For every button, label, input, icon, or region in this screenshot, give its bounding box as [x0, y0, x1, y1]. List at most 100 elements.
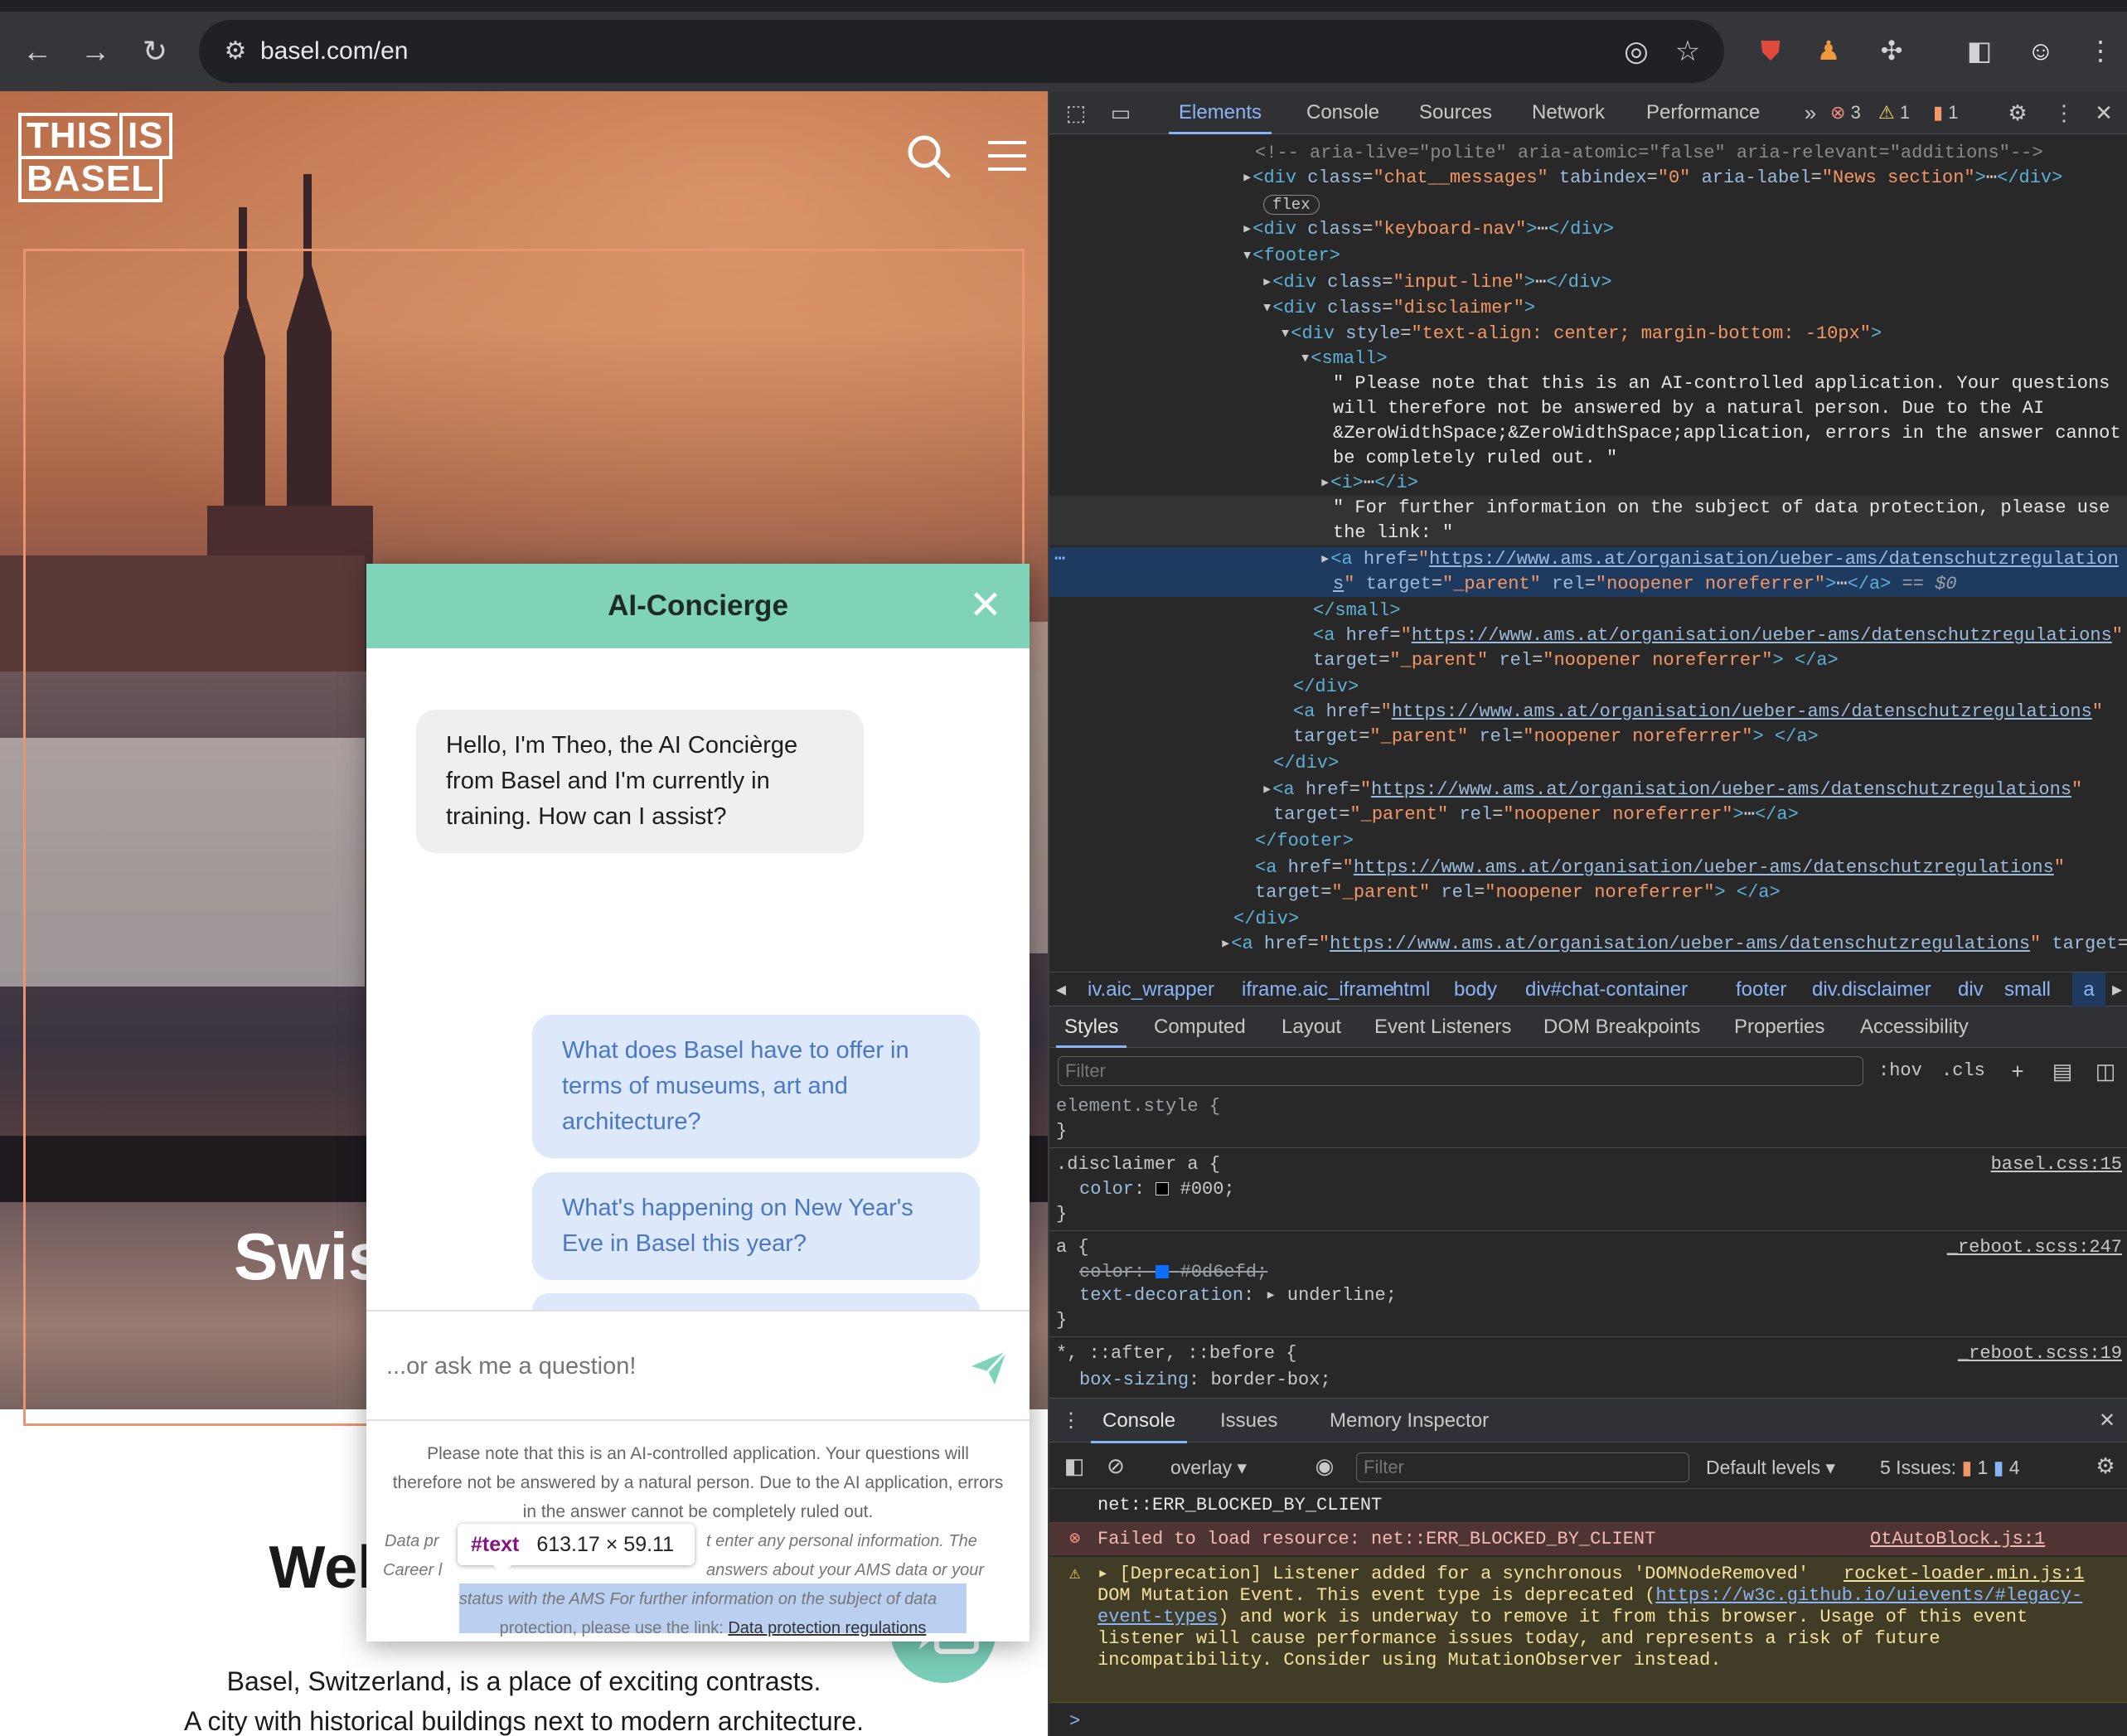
console-sidebar-icon[interactable]: ◧ [1059, 1451, 1089, 1481]
tab-layout[interactable]: Layout [1282, 1006, 1341, 1048]
css-declaration[interactable]: text-decoration: ▸ underline; [1056, 1283, 1397, 1308]
console-settings-gear-icon[interactable]: ⚙ [2091, 1451, 2120, 1481]
site-logo[interactable]: THIS IS BASEL [18, 113, 182, 209]
breadcrumb-item[interactable]: div [1958, 972, 1984, 1007]
close-drawer-icon[interactable]: ✕ [2099, 1399, 2115, 1443]
close-icon[interactable]: ✕ [963, 584, 1008, 628]
drawer-tab-memory-inspector[interactable]: Memory Inspector [1330, 1399, 1489, 1443]
color-swatch[interactable] [1156, 1265, 1170, 1279]
dom-node[interactable]: ▾<footer> [1049, 244, 2127, 269]
more-tabs-icon[interactable]: » [1795, 98, 1825, 128]
paint-brush-icon[interactable]: ▤ [2047, 1056, 2077, 1086]
dom-text-node[interactable]: " For further information on the subject… [1049, 496, 2127, 521]
warning-count[interactable]: ⚠ 1 [1878, 101, 1910, 124]
tab-properties[interactable]: Properties [1734, 1006, 1824, 1048]
new-style-rule-icon[interactable]: + [2003, 1056, 2033, 1086]
close-devtools-icon[interactable]: ✕ [2089, 98, 2119, 128]
breadcrumb-item[interactable]: iv.aic_wrapper [1088, 972, 1214, 1007]
dom-node[interactable]: ▸<div class="chat__messages" tabindex="0… [1049, 166, 2127, 191]
suggestion-button[interactable]: What does Basel have to offer in terms o… [532, 1015, 980, 1158]
tab-computed[interactable]: Computed [1154, 1006, 1246, 1048]
toggle-sidebar-icon[interactable]: ◫ [2091, 1056, 2120, 1086]
tab-console[interactable]: Console [1306, 91, 1379, 134]
device-toolbar-icon[interactable]: ▭ [1106, 98, 1136, 128]
hamburger-menu-icon[interactable] [988, 139, 1026, 172]
url-text[interactable]: basel.com/en [260, 32, 408, 71]
color-swatch[interactable] [1156, 1182, 1170, 1196]
bookmark-star-icon[interactable]: ☆ [1668, 32, 1708, 71]
tab-event-listeners[interactable]: Event Listeners [1374, 1006, 1511, 1048]
breadcrumb-item[interactable]: a [2072, 972, 2105, 1007]
search-icon[interactable] [905, 133, 952, 179]
tab-elements[interactable]: Elements [1169, 91, 1272, 134]
ublock-icon[interactable]: ⛊ [1749, 29, 1792, 72]
cls-toggle[interactable]: .cls [1941, 1056, 1985, 1086]
dom-node[interactable]: ▸<a href="https://www.ams.at/organisatio… [1049, 932, 2127, 957]
reload-icon[interactable]: ↻ [133, 29, 177, 74]
extension-fox-icon[interactable]: ♟ [1807, 29, 1850, 72]
css-source-link[interactable]: _reboot.scss:247 [1947, 1235, 2122, 1260]
flex-badge[interactable]: flex [1049, 192, 2127, 217]
css-source-link[interactable]: basel.css:15 [1991, 1152, 2122, 1177]
dom-node[interactable]: ▸<a href="https://www.ams.at/organisatio… [1049, 778, 2127, 803]
dom-node[interactable]: ▸<div class="input-line">⋯</div> [1049, 270, 2127, 295]
clear-console-icon[interactable]: ⊘ [1101, 1451, 1131, 1481]
dom-node[interactable]: ▸<i>⋯</i> [1049, 471, 2127, 496]
dom-node[interactable]: <a href="https://www.ams.at/organisation… [1049, 856, 2127, 880]
breadcrumb-item[interactable]: iframe.aic_iframe [1242, 972, 1394, 1007]
console-filter-input[interactable] [1356, 1452, 1689, 1482]
dom-node[interactable]: ▸<div class="keyboard-nav">⋯</div> [1049, 217, 2127, 242]
deprecation-link[interactable]: https://w3c.github.io/uievents/#legacy- [1655, 1585, 2082, 1606]
forward-icon[interactable]: → [73, 29, 118, 74]
breadcrumb-item[interactable]: footer [1736, 972, 1786, 1007]
data-protection-link[interactable]: Data protection regulations [728, 1619, 926, 1637]
context-selector[interactable]: overlay ▾ [1170, 1452, 1247, 1482]
node-actions-icon[interactable]: ⋯ [1054, 547, 1065, 572]
dom-text-node[interactable]: " Please note that this is an AI-control… [1049, 371, 2127, 396]
log-levels-dropdown[interactable]: Default levels ▾ [1706, 1452, 1835, 1482]
dom-node[interactable]: <a href="https://www.ams.at/organisation… [1049, 623, 2127, 648]
breadcrumb-item[interactable]: body [1454, 972, 1497, 1007]
css-selector[interactable]: a { [1056, 1235, 1089, 1260]
tab-sources[interactable]: Sources [1419, 91, 1492, 134]
css-source-link[interactable]: _reboot.scss:19 [1958, 1341, 2122, 1366]
breadcrumb-item[interactable]: div.disclaimer [1812, 972, 1931, 1007]
console-source-link[interactable]: rocket-loader.min.js:1 [1844, 1564, 2084, 1585]
inspect-element-icon[interactable]: ⬚ [1061, 98, 1091, 128]
selected-dom-node[interactable]: ▸<a href="https://www.ams.at/organisatio… [1049, 547, 2127, 572]
css-selector[interactable]: *, ::after, ::before { [1056, 1341, 1296, 1366]
dom-node[interactable]: <!-- aria-live="polite" aria-atomic="fal… [1049, 141, 2127, 166]
drawer-tab-console[interactable]: Console [1091, 1399, 1188, 1443]
css-declaration-overridden[interactable]: color: #0d6efd; [1056, 1260, 1267, 1285]
live-expression-eye-icon[interactable]: ◉ [1310, 1451, 1340, 1481]
css-declaration[interactable]: color: #000; [1056, 1177, 1235, 1202]
settings-gear-icon[interactable]: ⚙ [2003, 98, 2033, 128]
profile-avatar-icon[interactable]: ☺ [2019, 29, 2062, 72]
console-warning-message[interactable]: ⚠ ▸ [Deprecation] Listener added for a s… [1049, 1557, 2127, 1703]
tab-performance[interactable]: Performance [1646, 91, 1760, 134]
side-panel-icon[interactable]: ◧ [1958, 29, 2001, 72]
address-bar[interactable] [199, 20, 1724, 83]
issues-counter[interactable]: 5 Issues: ▮ 1 ▮ 4 [1880, 1452, 2020, 1482]
breadcrumb-scroll-left-icon[interactable]: ◂ [1056, 972, 1066, 1007]
chat-input[interactable] [386, 1341, 933, 1391]
console-message[interactable]: net::ERR_BLOCKED_BY_CLIENT [1049, 1489, 2127, 1522]
breadcrumb-item[interactable]: small [2004, 972, 2051, 1007]
breadcrumb-scroll-right-icon[interactable]: ▸ [2112, 972, 2122, 1007]
site-settings-icon[interactable]: ⚙ [216, 32, 255, 71]
tab-network[interactable]: Network [1532, 91, 1605, 134]
styles-filter-input[interactable] [1058, 1056, 1863, 1086]
suggestion-button[interactable]: What's happening on New Year's Eve in Ba… [532, 1172, 980, 1280]
tab-styles[interactable]: Styles [1056, 1006, 1127, 1048]
send-icon[interactable] [970, 1348, 1008, 1386]
dom-node[interactable]: ▾<div style="text-align: center; margin-… [1049, 322, 2127, 347]
drawer-tab-issues[interactable]: Issues [1220, 1399, 1277, 1443]
back-icon[interactable]: ← [15, 29, 60, 74]
css-selector[interactable]: .disclaimer a { [1056, 1152, 1220, 1177]
console-prompt[interactable]: > [1049, 1709, 2127, 1734]
error-count[interactable]: ⊗ 3 [1830, 101, 1861, 124]
tab-accessibility[interactable]: Accessibility [1860, 1006, 1969, 1048]
console-source-link[interactable]: OtAutoBlock.js:1 [1870, 1523, 2045, 1556]
dom-node[interactable]: ▾<small> [1049, 347, 2127, 371]
tab-dom-breakpoints[interactable]: DOM Breakpoints [1543, 1006, 1700, 1048]
